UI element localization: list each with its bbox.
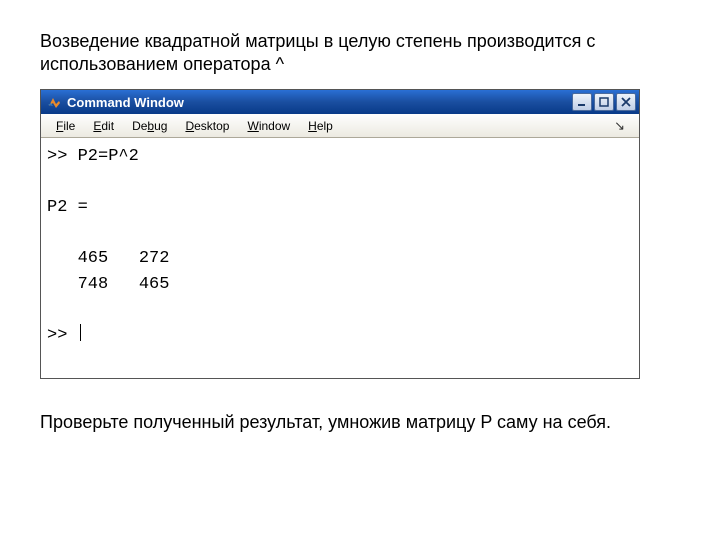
caption-bottom: Проверьте полученный результат, умножив … [40,411,680,434]
caption-top: Возведение квадратной матрицы в целую ст… [40,30,680,75]
console-area[interactable]: >> P2=P^2 P2 = 465 272 748 465 >> [41,138,639,378]
window-controls [572,93,636,111]
console-prompt: >> [47,326,78,345]
minimize-button[interactable] [572,93,592,111]
menu-desktop[interactable]: Desktop [176,117,238,135]
cursor-icon [80,324,81,341]
console-line: P2 = [47,198,88,217]
maximize-button[interactable] [594,93,614,111]
command-window: Command Window File Edit Debug Desktop W… [40,89,640,379]
titlebar-title: Command Window [67,95,572,110]
menu-help[interactable]: Help [299,117,342,135]
close-button[interactable] [616,93,636,111]
console-line: >> P2=P^2 [47,147,139,166]
titlebar: Command Window [41,90,639,114]
menu-window[interactable]: Window [238,117,299,135]
menu-debug[interactable]: Debug [123,117,176,135]
console-line: 748 465 [47,275,169,294]
menubar: File Edit Debug Desktop Window Help ↘ [41,114,639,138]
undock-icon[interactable]: ↘ [606,118,633,134]
menu-file[interactable]: File [47,117,84,135]
matlab-app-icon [46,94,62,110]
console-line: 465 272 [47,249,169,268]
menu-edit[interactable]: Edit [84,117,123,135]
